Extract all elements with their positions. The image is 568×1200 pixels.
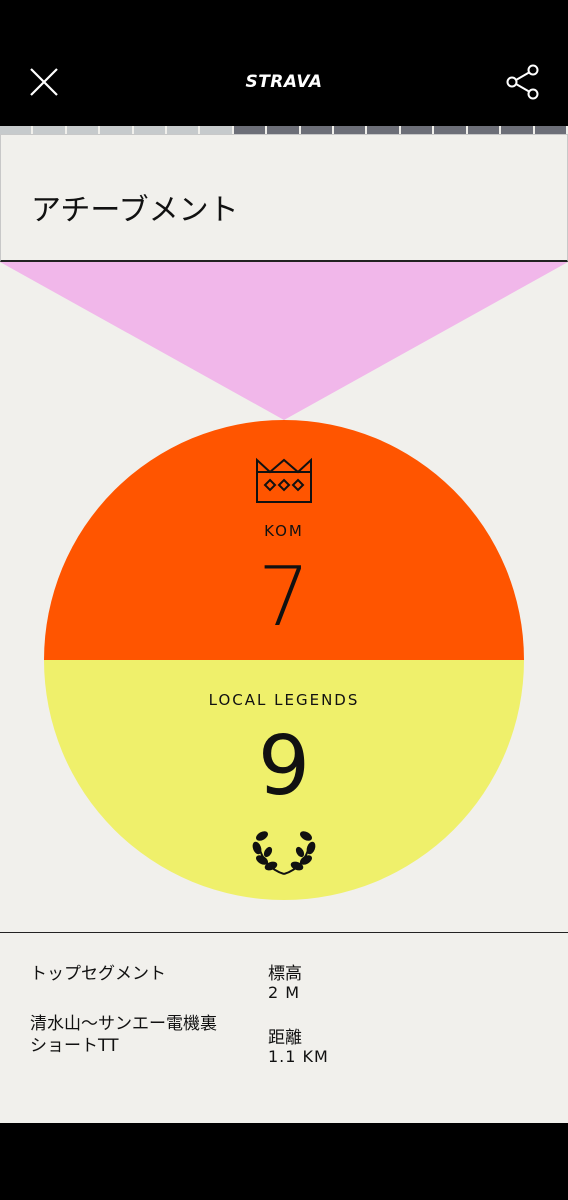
progress-segment xyxy=(133,126,168,134)
share-icon[interactable] xyxy=(505,64,541,100)
progress-segment xyxy=(33,126,67,134)
progress-segment xyxy=(267,126,301,134)
progress-segment xyxy=(233,126,268,134)
progress-segment xyxy=(167,126,201,134)
progress-segment xyxy=(434,126,468,134)
progress-segment xyxy=(66,126,101,134)
progress-segment xyxy=(400,126,435,134)
bottom-bar xyxy=(0,1123,568,1200)
strava-logo: STRAVA xyxy=(245,72,323,92)
progress-segment xyxy=(0,126,34,134)
local-legends-count: 9 xyxy=(257,719,311,814)
kom-label: KOM xyxy=(264,522,304,540)
progress-segment xyxy=(367,126,401,134)
progress-segment xyxy=(200,126,234,134)
kom-count: 7 xyxy=(257,550,311,645)
stats-section: トップセグメント 清水山〜サンエー電機裏ショートTT 標高 2 M 距離 1.1… xyxy=(0,933,568,1123)
top-bar: STRAVA xyxy=(0,0,568,126)
progress-segment xyxy=(501,126,535,134)
top-segment-label: トップセグメント xyxy=(30,964,166,984)
header-card: アチーブメント xyxy=(0,134,568,262)
elevation-value: 2 M xyxy=(268,983,301,1002)
top-segment-name: 清水山〜サンエー電機裏ショートTT xyxy=(30,1014,217,1056)
elevation-label: 標高 xyxy=(268,964,302,984)
page-title: アチーブメント xyxy=(31,193,239,228)
story-progress-bar xyxy=(0,126,568,134)
local-legends-label: LOCAL LEGENDS xyxy=(208,691,360,709)
distance-value: 1.1 KM xyxy=(268,1047,329,1066)
progress-segment xyxy=(467,126,502,134)
distance-label: 距離 xyxy=(268,1028,302,1048)
progress-segment xyxy=(100,126,134,134)
progress-segment xyxy=(300,126,335,134)
progress-segment xyxy=(334,126,368,134)
medal-ribbon xyxy=(0,262,568,420)
progress-segment xyxy=(534,126,568,134)
